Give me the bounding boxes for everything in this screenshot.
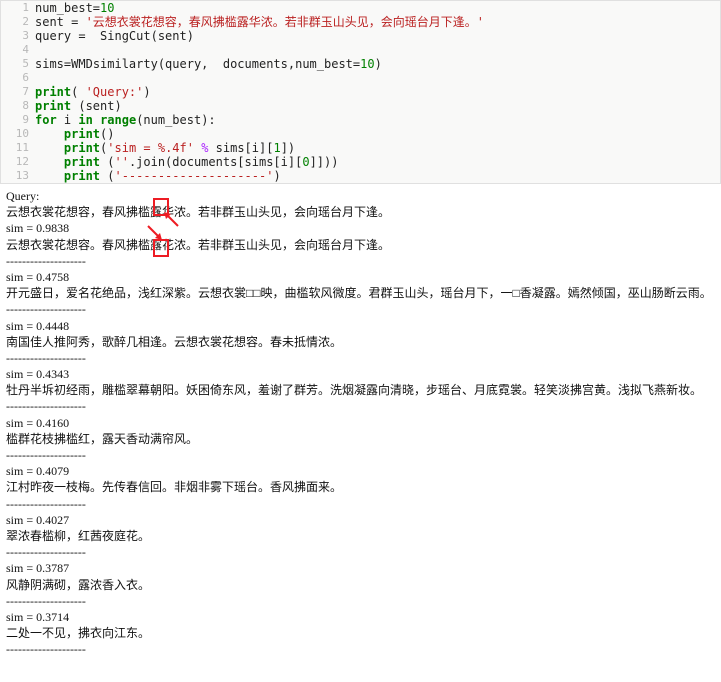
separator: -------------------- [6,641,715,657]
code-line[interactable]: 2sent = '云想衣裳花想容，春风拂槛露华浓。若非群玉山头见，会向瑶台月下逢… [1,15,720,29]
separator: -------------------- [6,496,715,512]
sim-score: sim = 0.4343 [6,366,715,382]
code-content[interactable]: print( 'Query:') [35,85,151,99]
code-content[interactable]: sims=WMDsimilarty(query, documents,num_b… [35,57,382,71]
separator: -------------------- [6,301,715,317]
line-number: 3 [1,29,35,43]
sim-score: sim = 0.4160 [6,415,715,431]
query-label: Query: [6,188,715,204]
result-text: 二处一不见，拂衣向江东。 [6,625,715,641]
line-number: 2 [1,15,35,29]
code-line[interactable]: 5sims=WMDsimilarty(query, documents,num_… [1,57,720,71]
result-text: 翠浓春槛柳，红茜夜庭花。 [6,528,715,544]
code-line[interactable]: 8print (sent) [1,99,720,113]
code-content[interactable]: sent = '云想衣裳花想容，春风拂槛露华浓。若非群玉山头见，会向瑶台月下逢。… [35,15,484,29]
line-number: 13 [1,169,35,183]
code-content[interactable]: for i in range(num_best): [35,113,216,127]
result-text: 云想衣裳花想容。春风拂槛露花浓。若非群玉山头见，会向瑶台月下逢。 [6,237,715,253]
sim-score: sim = 0.4758 [6,269,715,285]
line-number: 8 [1,99,35,113]
output-console: Query:云想衣裳花想容，春风拂槛露华浓。若非群玉山头见，会向瑶台月下逢。si… [0,184,721,661]
line-number: 10 [1,127,35,141]
code-content[interactable]: print('sim = %.4f' % sims[i][1]) [35,141,295,155]
line-number: 11 [1,141,35,155]
separator: -------------------- [6,447,715,463]
code-content[interactable]: num_best=10 [35,1,114,15]
code-content[interactable]: print ('--------------------') [35,169,281,183]
code-line[interactable]: 9for i in range(num_best): [1,113,720,127]
separator: -------------------- [6,398,715,414]
result-text: 牡丹半坼初经雨，雕槛翠幕朝阳。妖困倚东风，羞谢了群芳。洗烟凝露向清晓，步瑶台、月… [6,382,715,398]
code-line[interactable]: 13 print ('--------------------') [1,169,720,183]
sim-score: sim = 0.3714 [6,609,715,625]
result-text: 南国佳人推阿秀，歌醉几相逢。云想衣裳花想容。春未抵情浓。 [6,334,715,350]
sim-score: sim = 0.9838 [6,220,715,236]
result-text: 江村昨夜一枝梅。先传春信回。非烟非雾下瑶台。香风拂面来。 [6,479,715,495]
code-line[interactable]: 4 [1,43,720,57]
code-content[interactable]: query = SingCut(sent) [35,29,194,43]
code-line[interactable]: 10 print() [1,127,720,141]
code-line[interactable]: 11 print('sim = %.4f' % sims[i][1]) [1,141,720,155]
sim-score: sim = 0.3787 [6,560,715,576]
line-number: 12 [1,155,35,169]
code-line[interactable]: 1num_best=10 [1,1,720,15]
query-sentence: 云想衣裳花想容，春风拂槛露华浓。若非群玉山头见，会向瑶台月下逢。 [6,204,715,220]
line-number: 9 [1,113,35,127]
result-text: 槛群花枝拂槛红，露天香动满帘风。 [6,431,715,447]
line-number: 7 [1,85,35,99]
code-content[interactable]: print() [35,127,114,141]
code-editor[interactable]: 1num_best=102sent = '云想衣裳花想容，春风拂槛露华浓。若非群… [0,0,721,184]
separator: -------------------- [6,350,715,366]
sim-score: sim = 0.4079 [6,463,715,479]
sim-score: sim = 0.4027 [6,512,715,528]
separator: -------------------- [6,544,715,560]
code-line[interactable]: 6 [1,71,720,85]
line-number: 1 [1,1,35,15]
code-line[interactable]: 12 print (''.join(documents[sims[i][0]])… [1,155,720,169]
separator: -------------------- [6,593,715,609]
code-line[interactable]: 7print( 'Query:') [1,85,720,99]
code-line[interactable]: 3query = SingCut(sent) [1,29,720,43]
sim-score: sim = 0.4448 [6,318,715,334]
separator: -------------------- [6,253,715,269]
code-content[interactable]: print (sent) [35,99,122,113]
result-text: 开元盛日，爱名花绝品，浅红深紫。云想衣裳□□映，曲槛软风微度。君群玉山头，瑶台月… [6,285,715,301]
code-content[interactable]: print (''.join(documents[sims[i][0]])) [35,155,338,169]
result-text: 风静阴满砌，露浓香入衣。 [6,577,715,593]
line-number: 4 [1,43,35,57]
line-number: 5 [1,57,35,71]
line-number: 6 [1,71,35,85]
